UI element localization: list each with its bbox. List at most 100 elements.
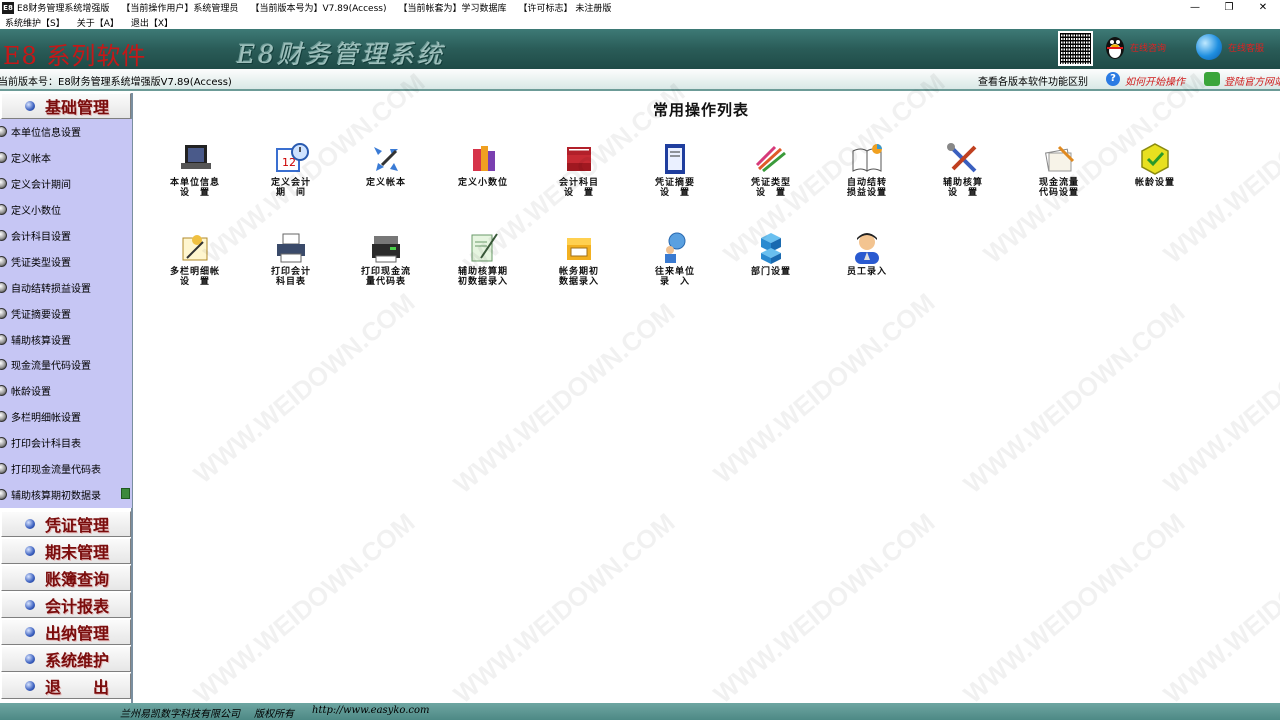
header-banner: E8 系列软件 E8财务管理系统 在线咨询 在线客服: [0, 29, 1280, 70]
writing-paper-icon: [182, 235, 208, 261]
footer-company: 兰州易凯数字科技有限公司: [120, 709, 240, 720]
shortcut-tile[interactable]: 打印现金流 量代码表: [346, 230, 426, 287]
bullet-ball-icon: [0, 281, 7, 293]
shortcut-tile[interactable]: 定义小数位: [443, 141, 523, 188]
bullet-ball-icon: [0, 385, 7, 397]
shortcut-label: 打印现金流 量代码表: [360, 267, 411, 287]
document-pen-icon: [471, 233, 498, 262]
shortcut-tile[interactable]: 12 定义会计 期 间: [251, 141, 331, 198]
shortcut-tile[interactable]: 本单位信息 设 置: [155, 141, 235, 198]
shortcut-tile[interactable]: 凭证摘要 设 置: [635, 141, 715, 198]
close-button[interactable]: ✕: [1246, 0, 1280, 15]
category-label: 系统维护: [45, 651, 110, 670]
category-basic-management[interactable]: 基础管理: [1, 93, 131, 119]
sidebar-item[interactable]: 凭证类型设置: [0, 248, 132, 274]
online-service-link[interactable]: 在线客服: [1228, 41, 1264, 54]
shortcut-tile[interactable]: 辅助核算 设 置: [923, 141, 1003, 198]
sidebar-item[interactable]: 定义会计期间: [0, 171, 132, 197]
monitor-icon: [181, 145, 211, 169]
window-controls: — ❐ ✕: [1178, 0, 1280, 15]
version-text: 当前版本号：E8财务管理系统增强版V7.89(Access): [0, 77, 232, 88]
bullet-ball-icon: [0, 359, 7, 371]
category-label: 期末管理: [45, 543, 110, 562]
sidebar-item[interactable]: 会计科目设置: [0, 223, 132, 249]
shortcut-tile[interactable]: 部门设置: [731, 230, 811, 277]
chart-book-icon: [852, 144, 882, 172]
help-icon[interactable]: ?: [1106, 72, 1120, 86]
category-label: 退 出: [45, 678, 110, 697]
scroll-down-arrow-icon[interactable]: [121, 488, 130, 499]
footer: 兰州易凯数字科技有限公司 版权所有 http://www.easyko.com: [0, 703, 1280, 720]
category-button[interactable]: 期末管理: [1, 538, 131, 564]
shortcut-label: 现金流量 代码设置: [1038, 178, 1079, 198]
bullet-ball-icon: [0, 411, 7, 423]
shortcut-tile[interactable]: 往来单位 录 入: [635, 230, 715, 287]
arrows-pen-icon: [374, 147, 398, 171]
qr-code-icon: [1058, 31, 1093, 66]
sidebar-item[interactable]: 定义帐本: [0, 145, 132, 171]
sidebar-item[interactable]: 现金流量代码设置: [0, 352, 132, 378]
watermark-text: WWW.WEIDOWN.COM: [707, 507, 941, 710]
watermark-text: WWW.WEIDOWN.COM: [1157, 297, 1280, 500]
sidebar-item[interactable]: 帐龄设置: [0, 378, 132, 404]
qq-penguin-icon[interactable]: [1104, 34, 1126, 60]
category-button[interactable]: 系统维护: [1, 646, 131, 672]
sidebar-item[interactable]: 自动结转损益设置: [0, 274, 132, 300]
info-bar: 当前版本号：E8财务管理系统增强版V7.89(Access) 查看各版本软件功能…: [0, 69, 1280, 91]
sidebar-item[interactable]: 多栏明细帐设置: [0, 404, 132, 430]
sidebar: 基础管理 本单位信息设置 定义帐本 定义会计期间 定义小数位 会计科目设置 凭证类型设置自…: [0, 93, 133, 703]
globe-icon[interactable]: [1196, 34, 1222, 60]
sidebar-item-label: 打印现金流量代码表: [11, 465, 101, 477]
bullet-ball-icon: [0, 307, 7, 319]
category-button[interactable]: 凭证管理: [1, 511, 131, 537]
shortcut-label: 多栏明细帐 设 置: [169, 267, 220, 287]
shortcut-tile[interactable]: 多栏明细帐 设 置: [155, 230, 235, 287]
category-list: 凭证管理期末管理账簿查询会计报表出纳管理系统维护退 出: [0, 511, 131, 700]
shortcut-tile[interactable]: 帐龄设置: [1115, 141, 1195, 188]
compare-versions-link[interactable]: 查看各版本软件功能区别: [978, 73, 1088, 88]
minimize-button[interactable]: —: [1178, 0, 1212, 15]
menu-system-maintenance[interactable]: 系统维护【S】: [5, 16, 65, 29]
sidebar-item[interactable]: 打印会计科目表: [0, 430, 132, 456]
maximize-button[interactable]: ❐: [1212, 0, 1246, 15]
menu-about[interactable]: 关于【A】: [77, 16, 119, 29]
shortcut-label: 帐龄设置: [1134, 178, 1175, 188]
login-site-icon[interactable]: [1204, 72, 1220, 86]
shortcut-tile[interactable]: 凭证类型 设 置: [731, 141, 811, 198]
watermark-text: WWW.WEIDOWN.COM: [1157, 507, 1280, 710]
category-button[interactable]: 退 出: [1, 673, 131, 699]
official-site-link[interactable]: 登陆官方网站: [1224, 73, 1280, 88]
main-panel: 常用操作列表 本单位信息 设 置 12 定义会计 期 间 定义帐本 定义小数位 会计科目 …: [135, 67, 1280, 709]
sidebar-item[interactable]: 打印现金流量代码表: [0, 456, 132, 482]
category-label: 账簿查询: [45, 570, 110, 589]
sidebar-item[interactable]: 凭证摘要设置: [0, 300, 132, 326]
sidebar-item[interactable]: 辅助核算期初数据录: [0, 481, 132, 507]
category-button[interactable]: 账簿查询: [1, 565, 131, 591]
menu-bar: 系统维护【S】 关于【A】 退出【X】: [0, 15, 1280, 29]
category-label: 出纳管理: [45, 624, 110, 643]
shortcut-tile[interactable]: 会计科目 设 置: [539, 141, 619, 198]
shortcut-tile[interactable]: 现金流量 代码设置: [1019, 141, 1099, 198]
how-to-start-link[interactable]: 如何开始操作: [1125, 73, 1185, 88]
shortcut-tile[interactable]: 定义帐本: [346, 141, 426, 188]
sidebar-item[interactable]: 本单位信息设置: [0, 119, 132, 145]
current-user-label: 【当前操作用户】系统管理员: [121, 4, 239, 14]
footer-url[interactable]: http://www.easyko.com: [312, 705, 430, 716]
qq-consult-link[interactable]: 在线咨询: [1130, 41, 1166, 54]
sidebar-item[interactable]: 辅助核算设置: [0, 326, 132, 352]
menu-exit[interactable]: 退出【X】: [131, 16, 173, 29]
shortcut-label: 凭证类型 设 置: [750, 178, 791, 198]
shortcut-tile[interactable]: 辅助核算期 初数据录入: [443, 230, 523, 287]
category-bullet-icon: [25, 600, 35, 610]
category-button[interactable]: 出纳管理: [1, 619, 131, 645]
shortcut-tile[interactable]: 员工录入: [827, 230, 907, 277]
shortcut-tile[interactable]: 打印会计 科目表: [251, 230, 331, 287]
watermark-text: WWW.WEIDOWN.COM: [447, 297, 681, 500]
category-bullet-icon: [25, 519, 35, 529]
brand-logo: E8 系列软件: [3, 42, 147, 70]
bullet-ball-icon: [0, 333, 7, 345]
shortcut-tile[interactable]: 自动结转 损益设置: [827, 141, 907, 198]
sidebar-item[interactable]: 定义小数位: [0, 197, 132, 223]
category-button[interactable]: 会计报表: [1, 592, 131, 618]
shortcut-tile[interactable]: 帐务期初 数据录入: [539, 230, 619, 287]
